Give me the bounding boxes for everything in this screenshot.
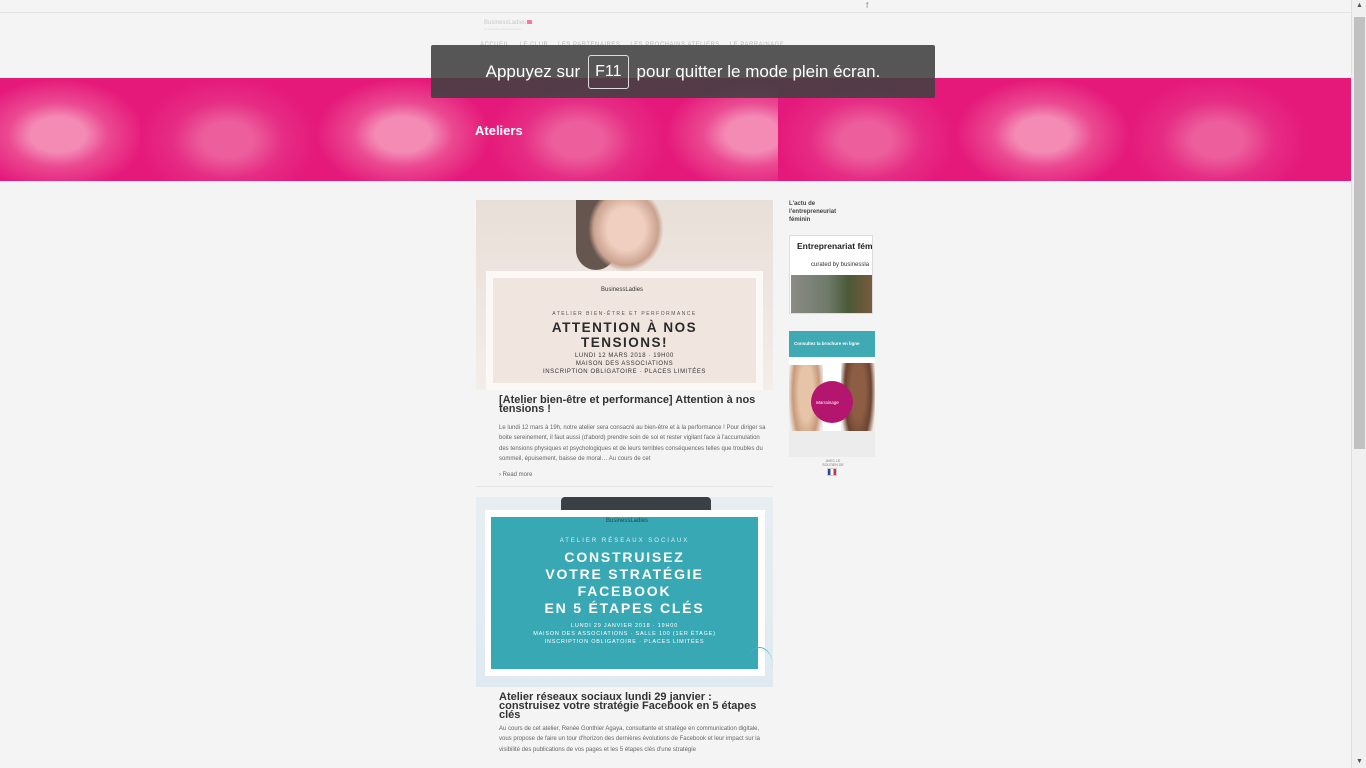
- card-date: LUNDI 29 JANVIER 2018 · 19H00: [571, 623, 678, 630]
- card-subtitle: ATELIER RÉSEAUX SOCIAUX: [559, 538, 690, 545]
- vertical-scrollbar[interactable]: ▲ ▼: [1351, 0, 1366, 768]
- fullscreen-notice-text: pour quitter le mode plein écran.: [636, 61, 881, 81]
- event-card: BusinessLadies ATELIER BIEN-ÊTRE ET PERF…: [486, 271, 763, 390]
- card-headline: CONSTRUISEZ: [564, 549, 685, 566]
- photo-woman: [588, 200, 664, 272]
- facebook-icon[interactable]: f: [866, 1, 868, 10]
- banner-photo: [1130, 78, 1306, 181]
- scoopit-image[interactable]: [791, 275, 872, 313]
- post-thumbnail[interactable]: BusinessLadies ATELIER BIEN-ÊTRE ET PERF…: [476, 200, 773, 390]
- f11-key: F11: [588, 54, 629, 89]
- post-excerpt: Le lundi 12 mars à 19h, notre atelier se…: [499, 425, 766, 462]
- banner-photo: [0, 78, 146, 181]
- post-excerpt: Au cours de cet atelier, Renée Gonthier …: [499, 726, 760, 753]
- post-thumbnail[interactable]: BusinessLadies ATELIER RÉSEAUX SOCIAUX C…: [476, 497, 773, 688]
- scroll-up-icon[interactable]: ▲: [1356, 2, 1363, 9]
- photo-laptop: [561, 497, 711, 512]
- logo-mark-icon: [527, 20, 532, 24]
- brochure-circle: Marrainage: [811, 381, 853, 423]
- logo-tagline: Le club des entrepreneuses: [484, 27, 522, 31]
- widget-title: L'actu de l'entrepreneuriat féminin: [789, 201, 837, 223]
- fullscreen-notice: Appuyez sur F11 pour quitter le mode ple…: [431, 45, 935, 98]
- card-headline: TENSIONS!: [580, 335, 668, 350]
- scroll-down-icon[interactable]: ▼: [1356, 758, 1363, 765]
- brochure-header-text: Consultez la brochure en ligne: [794, 341, 860, 346]
- brochure-footer: [789, 431, 875, 457]
- scoopit-curator[interactable]: curated by businessla: [811, 262, 869, 268]
- card-logo: BusinessLadies: [601, 287, 644, 293]
- post-title[interactable]: Atelier réseaux sociaux lundi 29 janvier…: [499, 692, 761, 721]
- card-venue: MAISON DES ASSOCIATIONS: [575, 361, 674, 367]
- decorative-wave: [746, 647, 773, 687]
- card-logo: BusinessLadies: [606, 518, 649, 525]
- card-date: LUNDI 12 MARS 2018 · 19H00: [575, 353, 674, 359]
- top-bar: f: [0, 0, 1351, 13]
- card-headline: VOTRE STRATÉGIE: [545, 566, 704, 583]
- banner-photo: [955, 78, 1131, 181]
- event-card: BusinessLadies ATELIER RÉSEAUX SOCIAUX C…: [485, 510, 765, 677]
- site-logo[interactable]: BusinessLadies Le club des entrepreneuse…: [484, 20, 536, 34]
- read-more-link[interactable]: Read more: [499, 472, 773, 478]
- post: BusinessLadies ATELIER RÉSEAUX SOCIAUX C…: [476, 497, 773, 755]
- french-flag-icon: [827, 468, 837, 476]
- page: f BusinessLadies Le club des entrepreneu…: [0, 0, 1351, 768]
- sidebar: L'actu de l'entrepreneuriat féminin Entr…: [789, 200, 876, 476]
- logo-text: BusinessLadies: [484, 20, 527, 26]
- banner-photo: [140, 78, 316, 181]
- page-title: Ateliers: [475, 123, 523, 138]
- support-caption: AVEC LE SOUTIEN DE: [822, 459, 844, 467]
- card-note: INSCRIPTION OBLIGATOIRE · PLACES LIMITÉE…: [542, 369, 707, 375]
- scoopit-title[interactable]: Entreprenariat fém: [797, 241, 872, 251]
- event-card-inner: BusinessLadies ATELIER BIEN-ÊTRE ET PERF…: [493, 278, 756, 383]
- scrollbar-thumb[interactable]: [1354, 17, 1365, 449]
- card-headline: FACEBOOK: [577, 583, 672, 600]
- post-list: BusinessLadies ATELIER BIEN-ÊTRE ET PERF…: [476, 200, 773, 755]
- brochure-circle-text: Marrainage: [816, 400, 839, 405]
- brochure-header: Consultez la brochure en ligne: [789, 331, 875, 357]
- event-card-inner: BusinessLadies ATELIER RÉSEAUX SOCIAUX C…: [491, 517, 758, 670]
- fullscreen-notice-text: Appuyez sur: [485, 61, 581, 81]
- card-venue: MAISON DES ASSOCIATIONS · SALLE 100 (1ER…: [533, 631, 716, 638]
- brochure-banner[interactable]: Consultez la brochure en ligne Marrainag…: [789, 331, 875, 457]
- post: BusinessLadies ATELIER BIEN-ÊTRE ET PERF…: [476, 200, 773, 488]
- card-subtitle: ATELIER BIEN-ÊTRE ET PERFORMANCE: [552, 311, 697, 317]
- card-note: INSCRIPTION OBLIGATOIRE · PLACES LIMITÉE…: [544, 639, 705, 646]
- scoopit-widget[interactable]: Entreprenariat fém curated by businessla: [789, 235, 873, 314]
- post-divider: [476, 486, 773, 488]
- post-title[interactable]: [Atelier bien-être et performance] Atten…: [499, 395, 761, 415]
- card-headline: EN 5 ÉTAPES CLÉS: [544, 600, 705, 617]
- card-headline: ATTENTION À NOS: [551, 320, 698, 335]
